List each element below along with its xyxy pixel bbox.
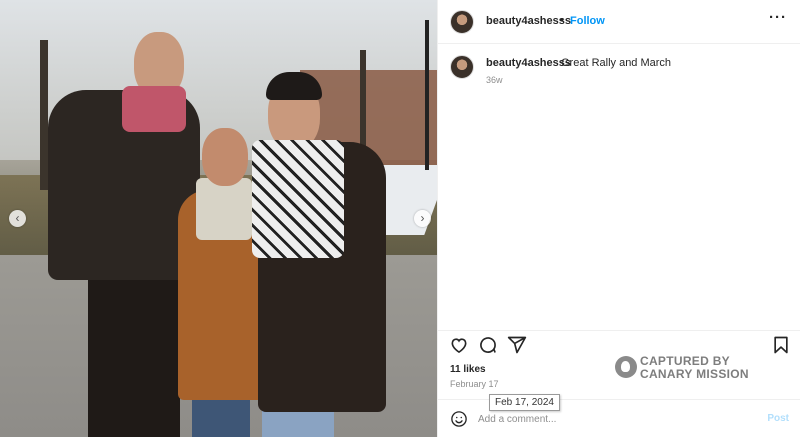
- person-3-scarf: [252, 140, 344, 258]
- watermark: CAPTURED BY CANARY MISSION: [615, 354, 785, 381]
- carousel-next-button[interactable]: ›: [414, 210, 431, 227]
- person-2-scarf: [196, 178, 252, 240]
- post-header: beauty4ashesss • Follow ···: [438, 0, 800, 44]
- photo-tree: [40, 40, 48, 190]
- action-bar: [438, 330, 800, 356]
- share-icon[interactable]: [507, 335, 527, 355]
- separator-dot: •: [560, 14, 564, 26]
- person-2-head: [202, 128, 248, 186]
- comment-input[interactable]: [478, 411, 748, 427]
- avatar[interactable]: [450, 10, 474, 34]
- post-comment-button[interactable]: Post: [767, 413, 789, 424]
- watermark-line-2: CANARY MISSION: [640, 367, 749, 381]
- photo-lamp-post: [425, 20, 429, 170]
- more-options-icon[interactable]: ···: [769, 9, 787, 26]
- carousel-prev-button[interactable]: ‹: [9, 210, 26, 227]
- watermark-logo-icon: [615, 356, 637, 378]
- likes-count[interactable]: 11 likes: [450, 364, 486, 375]
- header-username[interactable]: beauty4ashesss: [486, 15, 571, 27]
- heart-icon[interactable]: [449, 335, 469, 355]
- person-1-legs: [88, 270, 180, 437]
- post-photo[interactable]: ‹ ›: [0, 0, 437, 437]
- bookmark-icon[interactable]: [771, 335, 791, 355]
- watermark-line-1: CAPTURED BY: [640, 354, 730, 368]
- emoji-icon[interactable]: [450, 410, 468, 428]
- comment-icon[interactable]: [478, 335, 498, 355]
- avatar[interactable]: [450, 55, 474, 79]
- caption-username[interactable]: beauty4ashesss: [486, 57, 571, 69]
- date-tooltip: Feb 17, 2024: [489, 394, 560, 411]
- caption-text: Great Rally and March: [561, 57, 672, 69]
- caption-timestamp[interactable]: 36w: [486, 75, 503, 85]
- post-date[interactable]: February 17: [450, 379, 499, 389]
- person-1-scarf: [122, 86, 186, 132]
- post-side-panel: beauty4ashesss • Follow ··· beauty4ashes…: [437, 0, 800, 437]
- follow-button[interactable]: Follow: [570, 15, 605, 27]
